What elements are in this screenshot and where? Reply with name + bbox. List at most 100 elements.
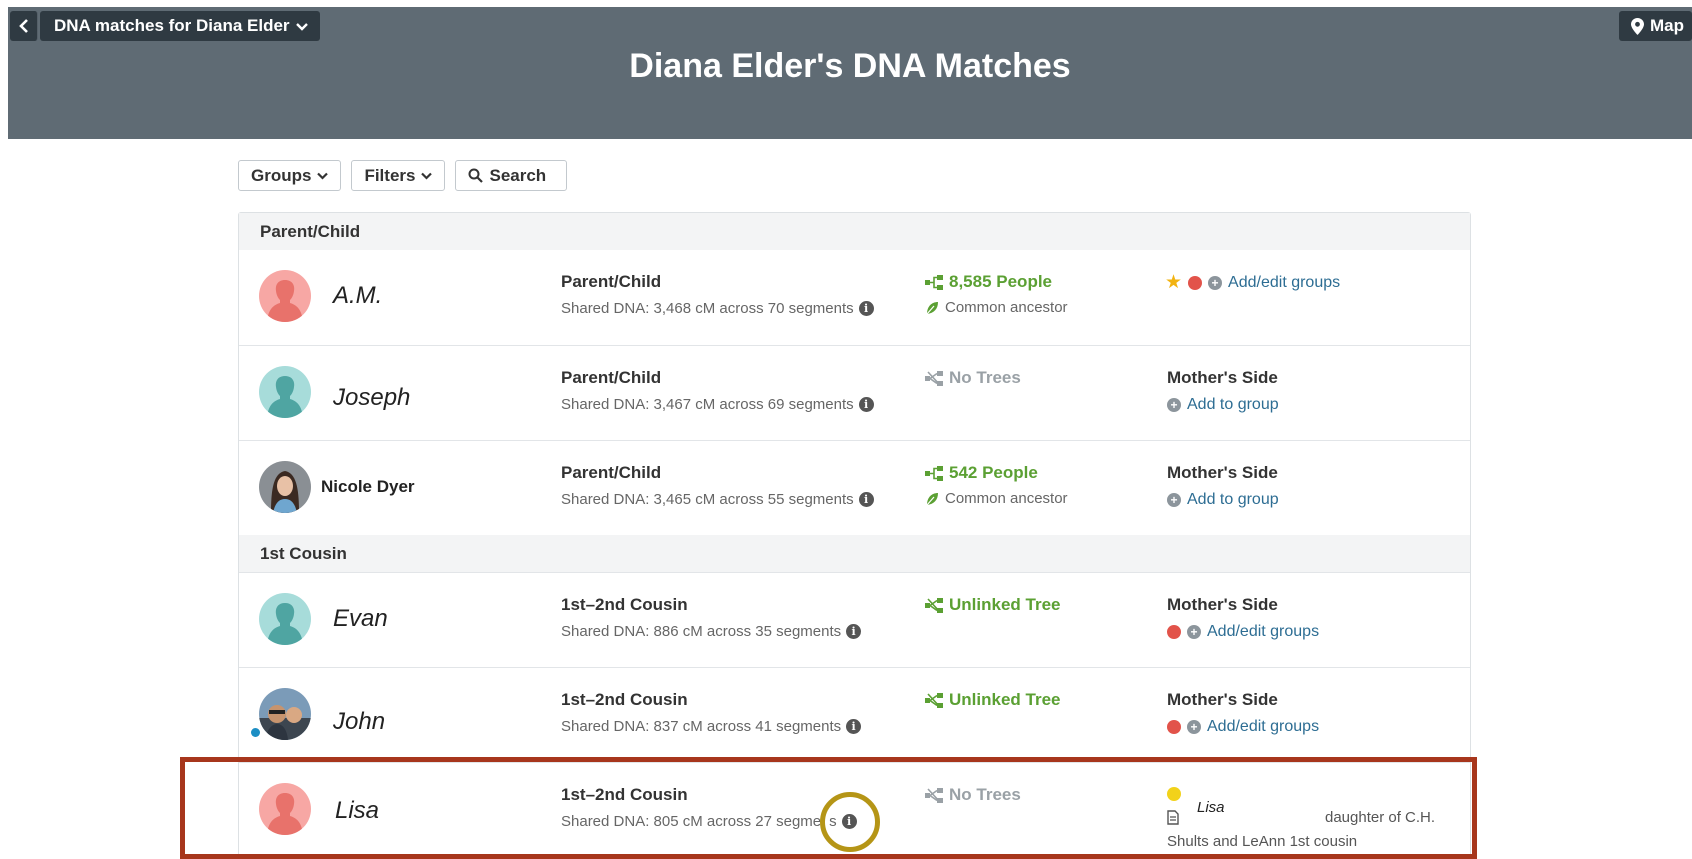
groups-label: Groups bbox=[251, 165, 312, 185]
filters-button[interactable]: Filters bbox=[351, 160, 446, 191]
common-ancestor-label: Common ancestor bbox=[945, 299, 1068, 316]
add-edit-groups[interactable]: ★ + Add/edit groups bbox=[1165, 273, 1340, 292]
parent-side-label: Mother's Side bbox=[1167, 690, 1278, 709]
shared-dna-suffix: s bbox=[829, 813, 837, 830]
avatar[interactable] bbox=[259, 270, 311, 322]
add-edit-groups[interactable]: + Add/edit groups bbox=[1167, 718, 1319, 736]
chevron-left-icon bbox=[18, 19, 28, 33]
match-list-dropdown-label: DNA matches for Diana Elder bbox=[54, 16, 290, 35]
match-row[interactable]: John 1st–2nd Cousin Shared DNA: 837 cM a… bbox=[239, 667, 1470, 762]
no-tree-icon bbox=[925, 787, 943, 803]
tree-label: Unlinked Tree bbox=[949, 690, 1061, 709]
tree-label: 542 People bbox=[949, 463, 1038, 482]
unlinked-tree-link[interactable]: Unlinked Tree bbox=[925, 690, 1060, 710]
tree-label: No Trees bbox=[949, 368, 1021, 387]
filters-label: Filters bbox=[364, 165, 416, 185]
add-to-group[interactable]: + Add to group bbox=[1167, 396, 1279, 414]
relationship-label: Parent/Child bbox=[561, 272, 662, 291]
star-icon[interactable]: ★ bbox=[1165, 273, 1182, 292]
group-dot bbox=[1167, 720, 1181, 734]
info-icon[interactable]: i bbox=[846, 719, 862, 734]
group-dot bbox=[1167, 625, 1181, 639]
chevron-down-icon bbox=[295, 22, 308, 31]
tree-status: No Trees bbox=[925, 785, 1021, 805]
note-icon bbox=[1167, 810, 1179, 825]
add-edit-groups[interactable]: + Add/edit groups bbox=[1167, 623, 1319, 641]
shared-dna-text: Shared DNA: 3,467 cM across 69 segments bbox=[561, 396, 854, 413]
online-indicator bbox=[251, 728, 260, 737]
match-name[interactable]: Lisa bbox=[335, 797, 379, 825]
relationship-label: Parent/Child bbox=[561, 368, 662, 387]
shared-dna-text: Shared DNA: 886 cM across 35 segments bbox=[561, 623, 842, 640]
shared-dna: Shared DNA: 3,467 cM across 69 segments … bbox=[561, 396, 874, 413]
avatar[interactable] bbox=[259, 783, 311, 835]
match-name[interactable]: Evan bbox=[333, 605, 388, 633]
relationship-label: 1st–2nd Cousin bbox=[561, 785, 688, 804]
match-row[interactable]: Lisa 1st–2nd Cousin Shared DNA: 805 cM a… bbox=[239, 762, 1470, 857]
map-button[interactable]: Map bbox=[1619, 11, 1692, 41]
profile-photo bbox=[259, 461, 311, 513]
match-name[interactable]: Nicole Dyer bbox=[321, 477, 415, 497]
note-text-continued: Shults and LeAnn 1st cousin bbox=[1167, 833, 1358, 850]
tree-label: No Trees bbox=[949, 785, 1021, 804]
parent-side-label: Mother's Side bbox=[1167, 463, 1278, 482]
info-icon[interactable]: i bbox=[846, 624, 862, 639]
add-to-group-label: Add to group bbox=[1187, 396, 1279, 413]
common-ancestor[interactable]: Common ancestor bbox=[925, 299, 1068, 316]
parent-side-label: Mother's Side bbox=[1167, 595, 1278, 614]
info-icon[interactable]: i bbox=[858, 301, 874, 316]
match-name[interactable]: John bbox=[333, 708, 385, 736]
page-header: DNA matches for Diana Elder Map Diana El… bbox=[8, 7, 1692, 139]
tree-status: No Trees bbox=[925, 368, 1021, 388]
plus-icon: + bbox=[1187, 720, 1201, 734]
tree-link[interactable]: 542 People bbox=[925, 463, 1038, 483]
plus-icon: + bbox=[1208, 276, 1223, 290]
shared-dna-text: Shared DNA: 3,468 cM across 70 segments bbox=[561, 300, 854, 317]
avatar[interactable] bbox=[259, 366, 311, 418]
match-list: Parent/Child A.M. Parent/Child Shared DN… bbox=[238, 212, 1471, 858]
leaf-icon bbox=[926, 492, 938, 505]
shared-dna-text: Shared DNA: 805 cM across 27 segme s bbox=[561, 813, 837, 830]
match-name[interactable]: Joseph bbox=[333, 384, 410, 412]
plus-icon: + bbox=[1167, 493, 1181, 507]
leaf-icon bbox=[926, 301, 938, 314]
shared-dna-prefix: Shared DNA: 805 cM across 27 segme bbox=[561, 813, 822, 830]
group-dot bbox=[1188, 276, 1203, 290]
common-ancestor[interactable]: Common ancestor bbox=[925, 490, 1068, 507]
match-row[interactable]: A.M. Parent/Child Shared DNA: 3,468 cM a… bbox=[239, 250, 1470, 345]
profile-photo bbox=[259, 688, 311, 740]
search-button[interactable]: Search bbox=[455, 160, 568, 191]
tree-link[interactable]: 8,585 People bbox=[925, 272, 1052, 292]
chevron-down-icon bbox=[421, 172, 433, 180]
back-button[interactable] bbox=[10, 11, 38, 41]
relationship-label: Parent/Child bbox=[561, 463, 662, 482]
chevron-down-icon bbox=[317, 172, 329, 180]
plus-icon: + bbox=[1167, 398, 1181, 412]
info-icon[interactable]: i bbox=[858, 492, 874, 507]
tree-label: Unlinked Tree bbox=[949, 595, 1061, 614]
info-icon[interactable]: i bbox=[841, 814, 857, 829]
unlinked-tree-link[interactable]: Unlinked Tree bbox=[925, 595, 1060, 615]
shared-dna: Shared DNA: 3,468 cM across 70 segments … bbox=[561, 300, 874, 317]
add-to-group[interactable]: + Add to group bbox=[1167, 491, 1279, 509]
avatar[interactable] bbox=[259, 688, 311, 740]
info-icon[interactable]: i bbox=[858, 397, 874, 412]
match-name[interactable]: A.M. bbox=[333, 282, 382, 310]
person-silhouette-icon bbox=[259, 593, 311, 645]
parent-side-label: Mother's Side bbox=[1167, 368, 1278, 387]
no-tree-icon bbox=[925, 370, 943, 386]
map-pin-icon bbox=[1631, 17, 1644, 35]
shared-dna-text: Shared DNA: 3,465 cM across 55 segments bbox=[561, 491, 854, 508]
shared-dna: Shared DNA: 837 cM across 41 segments i bbox=[561, 718, 862, 735]
match-list-dropdown[interactable]: DNA matches for Diana Elder bbox=[40, 11, 320, 41]
groups-button[interactable]: Groups bbox=[238, 160, 342, 191]
map-label: Map bbox=[1650, 16, 1684, 35]
relationship-label: 1st–2nd Cousin bbox=[561, 690, 688, 709]
avatar[interactable] bbox=[259, 461, 311, 513]
tree-icon bbox=[925, 465, 943, 481]
match-row[interactable]: Nicole Dyer Parent/Child Shared DNA: 3,4… bbox=[239, 440, 1470, 535]
person-silhouette-icon bbox=[259, 270, 311, 322]
match-row[interactable]: Joseph Parent/Child Shared DNA: 3,467 cM… bbox=[239, 345, 1470, 440]
avatar[interactable] bbox=[259, 593, 311, 645]
match-row[interactable]: Evan 1st–2nd Cousin Shared DNA: 886 cM a… bbox=[239, 572, 1470, 667]
